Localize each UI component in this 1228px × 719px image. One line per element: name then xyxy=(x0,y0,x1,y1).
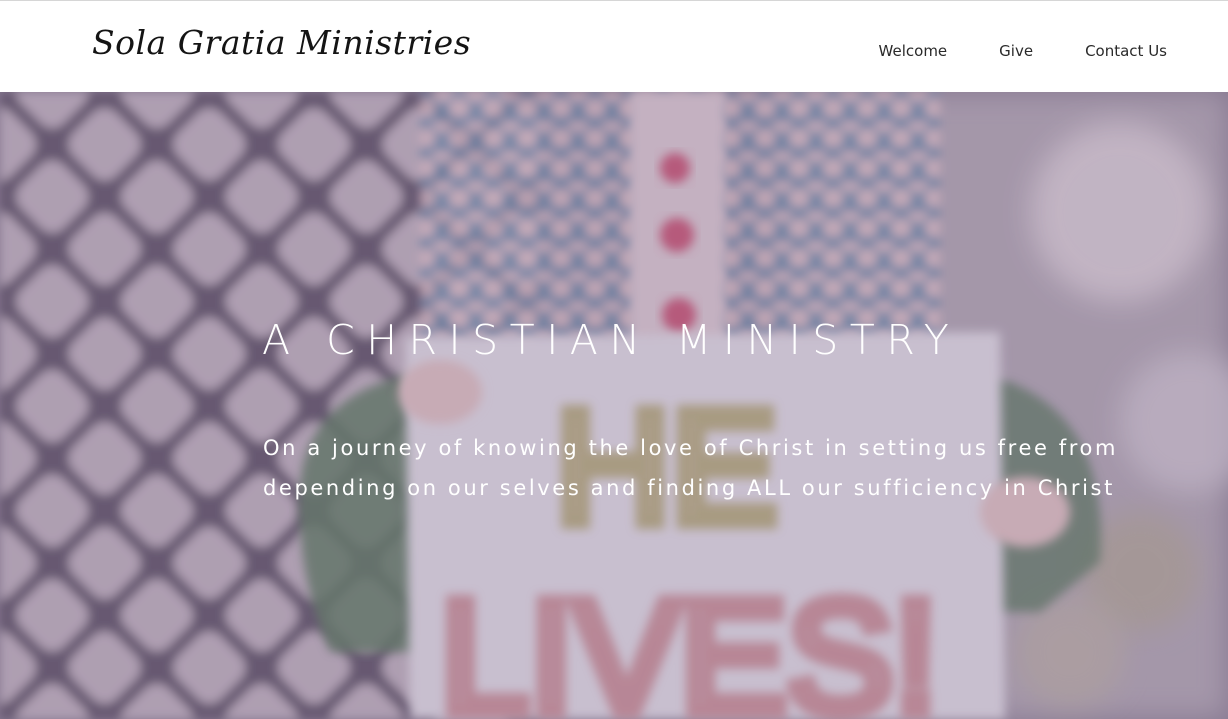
site-header: Sola Gratia Ministries Welcome Give Cont… xyxy=(0,1,1228,92)
hero-subtitle-line-1: On a journey of knowing the love of Chri… xyxy=(263,436,1119,460)
hero-overlay xyxy=(0,92,1228,719)
main-nav: Welcome Give Contact Us xyxy=(879,42,1167,60)
hero-title: A CHRISTIAN MINISTRY xyxy=(262,316,961,364)
hero-section: HE LIVES! A CHRISTIAN MINISTRY On a jour… xyxy=(0,92,1228,719)
site-logo[interactable]: Sola Gratia Ministries xyxy=(92,23,471,62)
nav-welcome[interactable]: Welcome xyxy=(879,42,948,60)
hero-subtitle: On a journey of knowing the love of Chri… xyxy=(263,428,1163,508)
nav-contact-us[interactable]: Contact Us xyxy=(1085,42,1167,60)
nav-give[interactable]: Give xyxy=(999,42,1033,60)
hero-subtitle-line-2: depending on our selves and finding ALL … xyxy=(263,476,1115,500)
